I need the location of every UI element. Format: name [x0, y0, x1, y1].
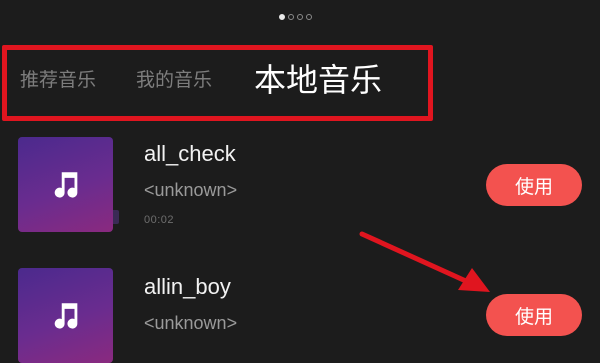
- song-title: all_check: [144, 141, 236, 166]
- music-note-icon: [54, 302, 77, 329]
- song-artist: <unknown>: [144, 313, 238, 333]
- song-duration: 00:02: [144, 214, 175, 226]
- cover-edge: [113, 210, 119, 224]
- song-artist: <unknown>: [144, 180, 238, 200]
- use-button[interactable]: 使用: [486, 164, 582, 206]
- album-cover: [18, 137, 113, 232]
- song-title: allin_boy: [144, 274, 231, 299]
- music-note-icon: [54, 171, 77, 198]
- album-cover: [18, 268, 113, 363]
- use-button[interactable]: 使用: [486, 294, 582, 336]
- list-item[interactable]: allin_boy <unknown> 使用: [0, 0, 600, 363]
